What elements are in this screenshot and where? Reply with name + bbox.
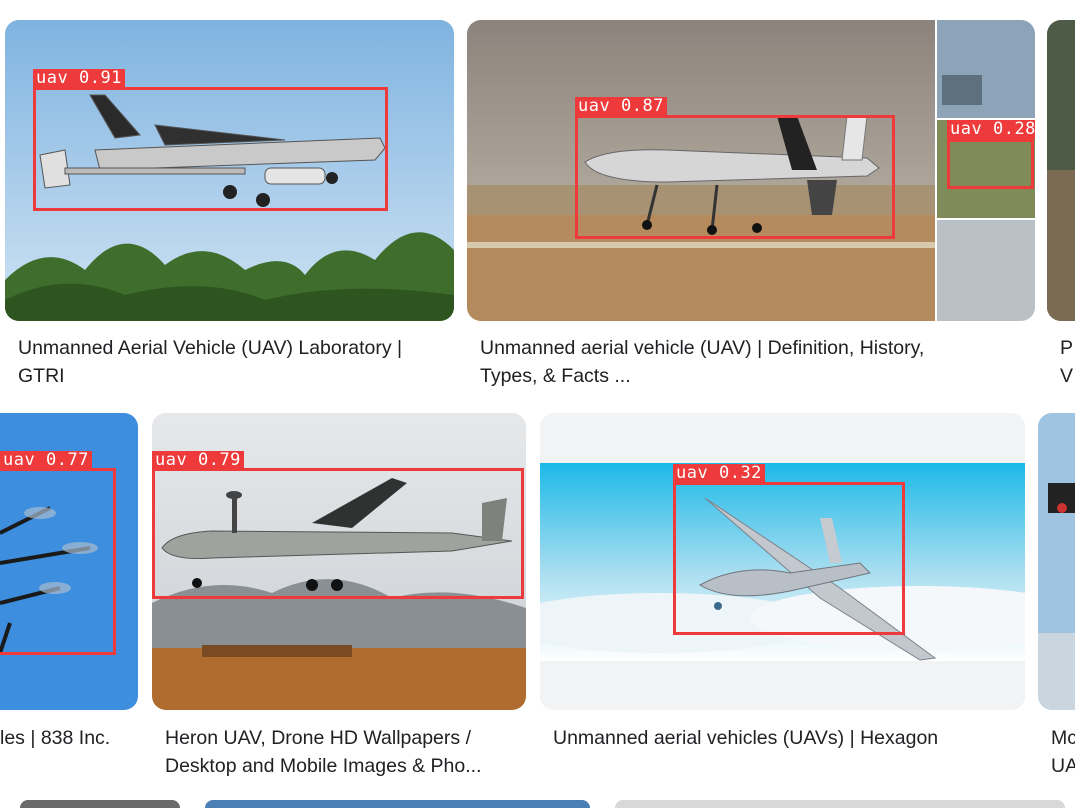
title-line: GTRI xyxy=(18,365,65,387)
title-line: P xyxy=(1060,337,1074,359)
detection-score: 0.87 xyxy=(620,96,664,116)
detection-score: 0.91 xyxy=(78,68,122,88)
result-card-7[interactable]: Mc UA xyxy=(1038,413,1075,783)
title-line: Unmanned aerial vehicle (UAV) | Definiti… xyxy=(480,337,925,359)
result-title[interactable]: Heron UAV, Drone HD Wallpapers / Desktop… xyxy=(165,724,525,780)
result-card-5[interactable]: uav 0.79 Heron UAV, Drone HD Wallpapers … xyxy=(152,413,527,783)
detection-class: uav xyxy=(36,68,69,88)
detection-label: uav 0.91 xyxy=(33,69,125,88)
uav-photo-image xyxy=(1038,413,1075,710)
uav-photo-image xyxy=(1047,20,1075,321)
detection-score: 0.77 xyxy=(45,450,89,470)
detection-label: uav 0.79 xyxy=(152,451,244,470)
detection-label: uav 0.77 xyxy=(0,451,92,470)
result-title[interactable]: les | 838 Inc. xyxy=(0,724,139,752)
detection-box xyxy=(0,468,116,655)
detection-class: uav xyxy=(155,450,188,470)
detection-label: uav 0.32 xyxy=(673,464,765,483)
result-title[interactable]: Unmanned Aerial Vehicle (UAV) Laboratory… xyxy=(18,334,455,390)
detection-label: uav 0.87 xyxy=(575,97,667,116)
result-thumbnail[interactable]: uav 0.91 xyxy=(5,20,454,321)
title-line: Types, & Facts ... xyxy=(480,365,631,387)
inset-detection-label: uav 0.28 xyxy=(947,120,1035,139)
detection-score: 0.32 xyxy=(718,463,762,483)
title-line: Desktop and Mobile Images & Pho... xyxy=(165,755,482,777)
result-card-2[interactable]: uav 0.87 uav 0.28 Unmanned aerial vehicl… xyxy=(467,20,1037,390)
detection-score: 0.28 xyxy=(992,119,1035,139)
title-line: UA xyxy=(1051,755,1075,777)
result-title[interactable]: Unmanned aerial vehicles (UAVs) | Hexago… xyxy=(553,724,1023,752)
result-title[interactable]: Mc UA xyxy=(1051,724,1075,780)
result-thumbnail[interactable]: uav 0.79 xyxy=(152,413,526,710)
next-row-thumbnail[interactable] xyxy=(20,800,180,808)
detection-class: uav xyxy=(950,119,983,139)
title-line: les | 838 Inc. xyxy=(0,727,111,749)
result-card-3[interactable]: P V xyxy=(1047,20,1075,390)
result-card-6[interactable]: uav 0.32 Unmanned aerial vehicles (UAVs)… xyxy=(540,413,1026,783)
detection-box xyxy=(673,482,905,635)
result-card-1[interactable]: uav 0.91 Unmanned Aerial Vehicle (UAV) L… xyxy=(5,20,455,390)
detection-class: uav xyxy=(3,450,36,470)
title-line: Unmanned Aerial Vehicle (UAV) Laboratory… xyxy=(18,337,403,359)
next-row-thumbnail[interactable] xyxy=(615,800,1065,808)
result-thumbnail[interactable]: uav 0.77 xyxy=(0,413,138,710)
title-line: Unmanned aerial vehicles (UAVs) | Hexago… xyxy=(553,727,939,749)
result-card-4[interactable]: uav 0.77 les | 838 Inc. xyxy=(0,413,139,783)
detection-score: 0.79 xyxy=(197,450,241,470)
title-line: Heron UAV, Drone HD Wallpapers / xyxy=(165,727,471,749)
detection-box xyxy=(575,115,895,239)
result-thumbnail[interactable] xyxy=(1047,20,1075,321)
detection-box xyxy=(152,468,524,599)
result-title[interactable]: P V xyxy=(1060,334,1075,390)
result-thumbnail[interactable] xyxy=(1038,413,1075,710)
next-row-thumbnail[interactable] xyxy=(205,800,590,808)
inset-detection-box xyxy=(947,139,1034,189)
detection-class: uav xyxy=(676,463,709,483)
detection-class: uav xyxy=(578,96,611,116)
result-thumbnail[interactable]: uav 0.32 xyxy=(540,413,1025,710)
result-thumbnail[interactable]: uav 0.87 uav 0.28 xyxy=(467,20,1035,321)
detection-box xyxy=(33,87,388,211)
result-title[interactable]: Unmanned aerial vehicle (UAV) | Definiti… xyxy=(480,334,1035,390)
title-line: Mc xyxy=(1051,727,1075,749)
title-line: V xyxy=(1060,365,1074,387)
